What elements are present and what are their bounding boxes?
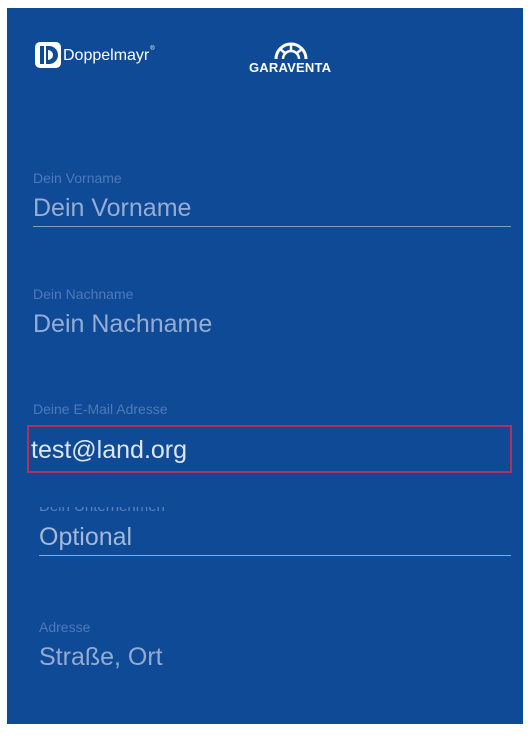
email-field[interactable]: Deine E-Mail Adresse test@land.org <box>27 401 512 473</box>
address-label: Adresse <box>39 619 91 635</box>
doppelmayr-logo-text: Doppelmayr <box>63 47 150 64</box>
last-name-field[interactable]: Dein Nachname Dein Nachname <box>33 286 511 340</box>
company-label: Dein Unternehmen <box>39 507 511 515</box>
garaventa-logo: GARAVENTA <box>249 40 335 80</box>
email-input[interactable]: test@land.org <box>27 425 512 473</box>
company-field[interactable]: Dein Unternehmen Optional <box>39 507 511 587</box>
garaventa-wheel-icon <box>274 42 308 60</box>
contact-form-panel: Doppelmayr ® GARAVENTA Dein Vorname Dein… <box>7 8 523 724</box>
first-name-label: Dein Vorname <box>33 170 122 186</box>
company-input[interactable]: Optional <box>39 521 511 553</box>
last-name-input[interactable]: Dein Nachname <box>33 308 511 340</box>
email-value: test@land.org <box>31 436 188 464</box>
registered-mark: ® <box>150 46 155 52</box>
first-name-underline <box>33 226 511 227</box>
address-input[interactable]: Straße, Ort <box>39 641 511 673</box>
doppelmayr-logo: Doppelmayr ® <box>35 42 155 68</box>
email-label: Deine E-Mail Adresse <box>33 401 168 417</box>
first-name-field[interactable]: Dein Vorname Dein Vorname <box>33 170 511 227</box>
company-underline <box>39 555 511 556</box>
last-name-label: Dein Nachname <box>33 286 134 302</box>
doppelmayr-logo-icon <box>35 42 61 68</box>
address-field[interactable]: Adresse Straße, Ort <box>39 619 511 673</box>
garaventa-logo-text: GARAVENTA <box>249 60 332 75</box>
first-name-input[interactable]: Dein Vorname <box>33 192 511 224</box>
